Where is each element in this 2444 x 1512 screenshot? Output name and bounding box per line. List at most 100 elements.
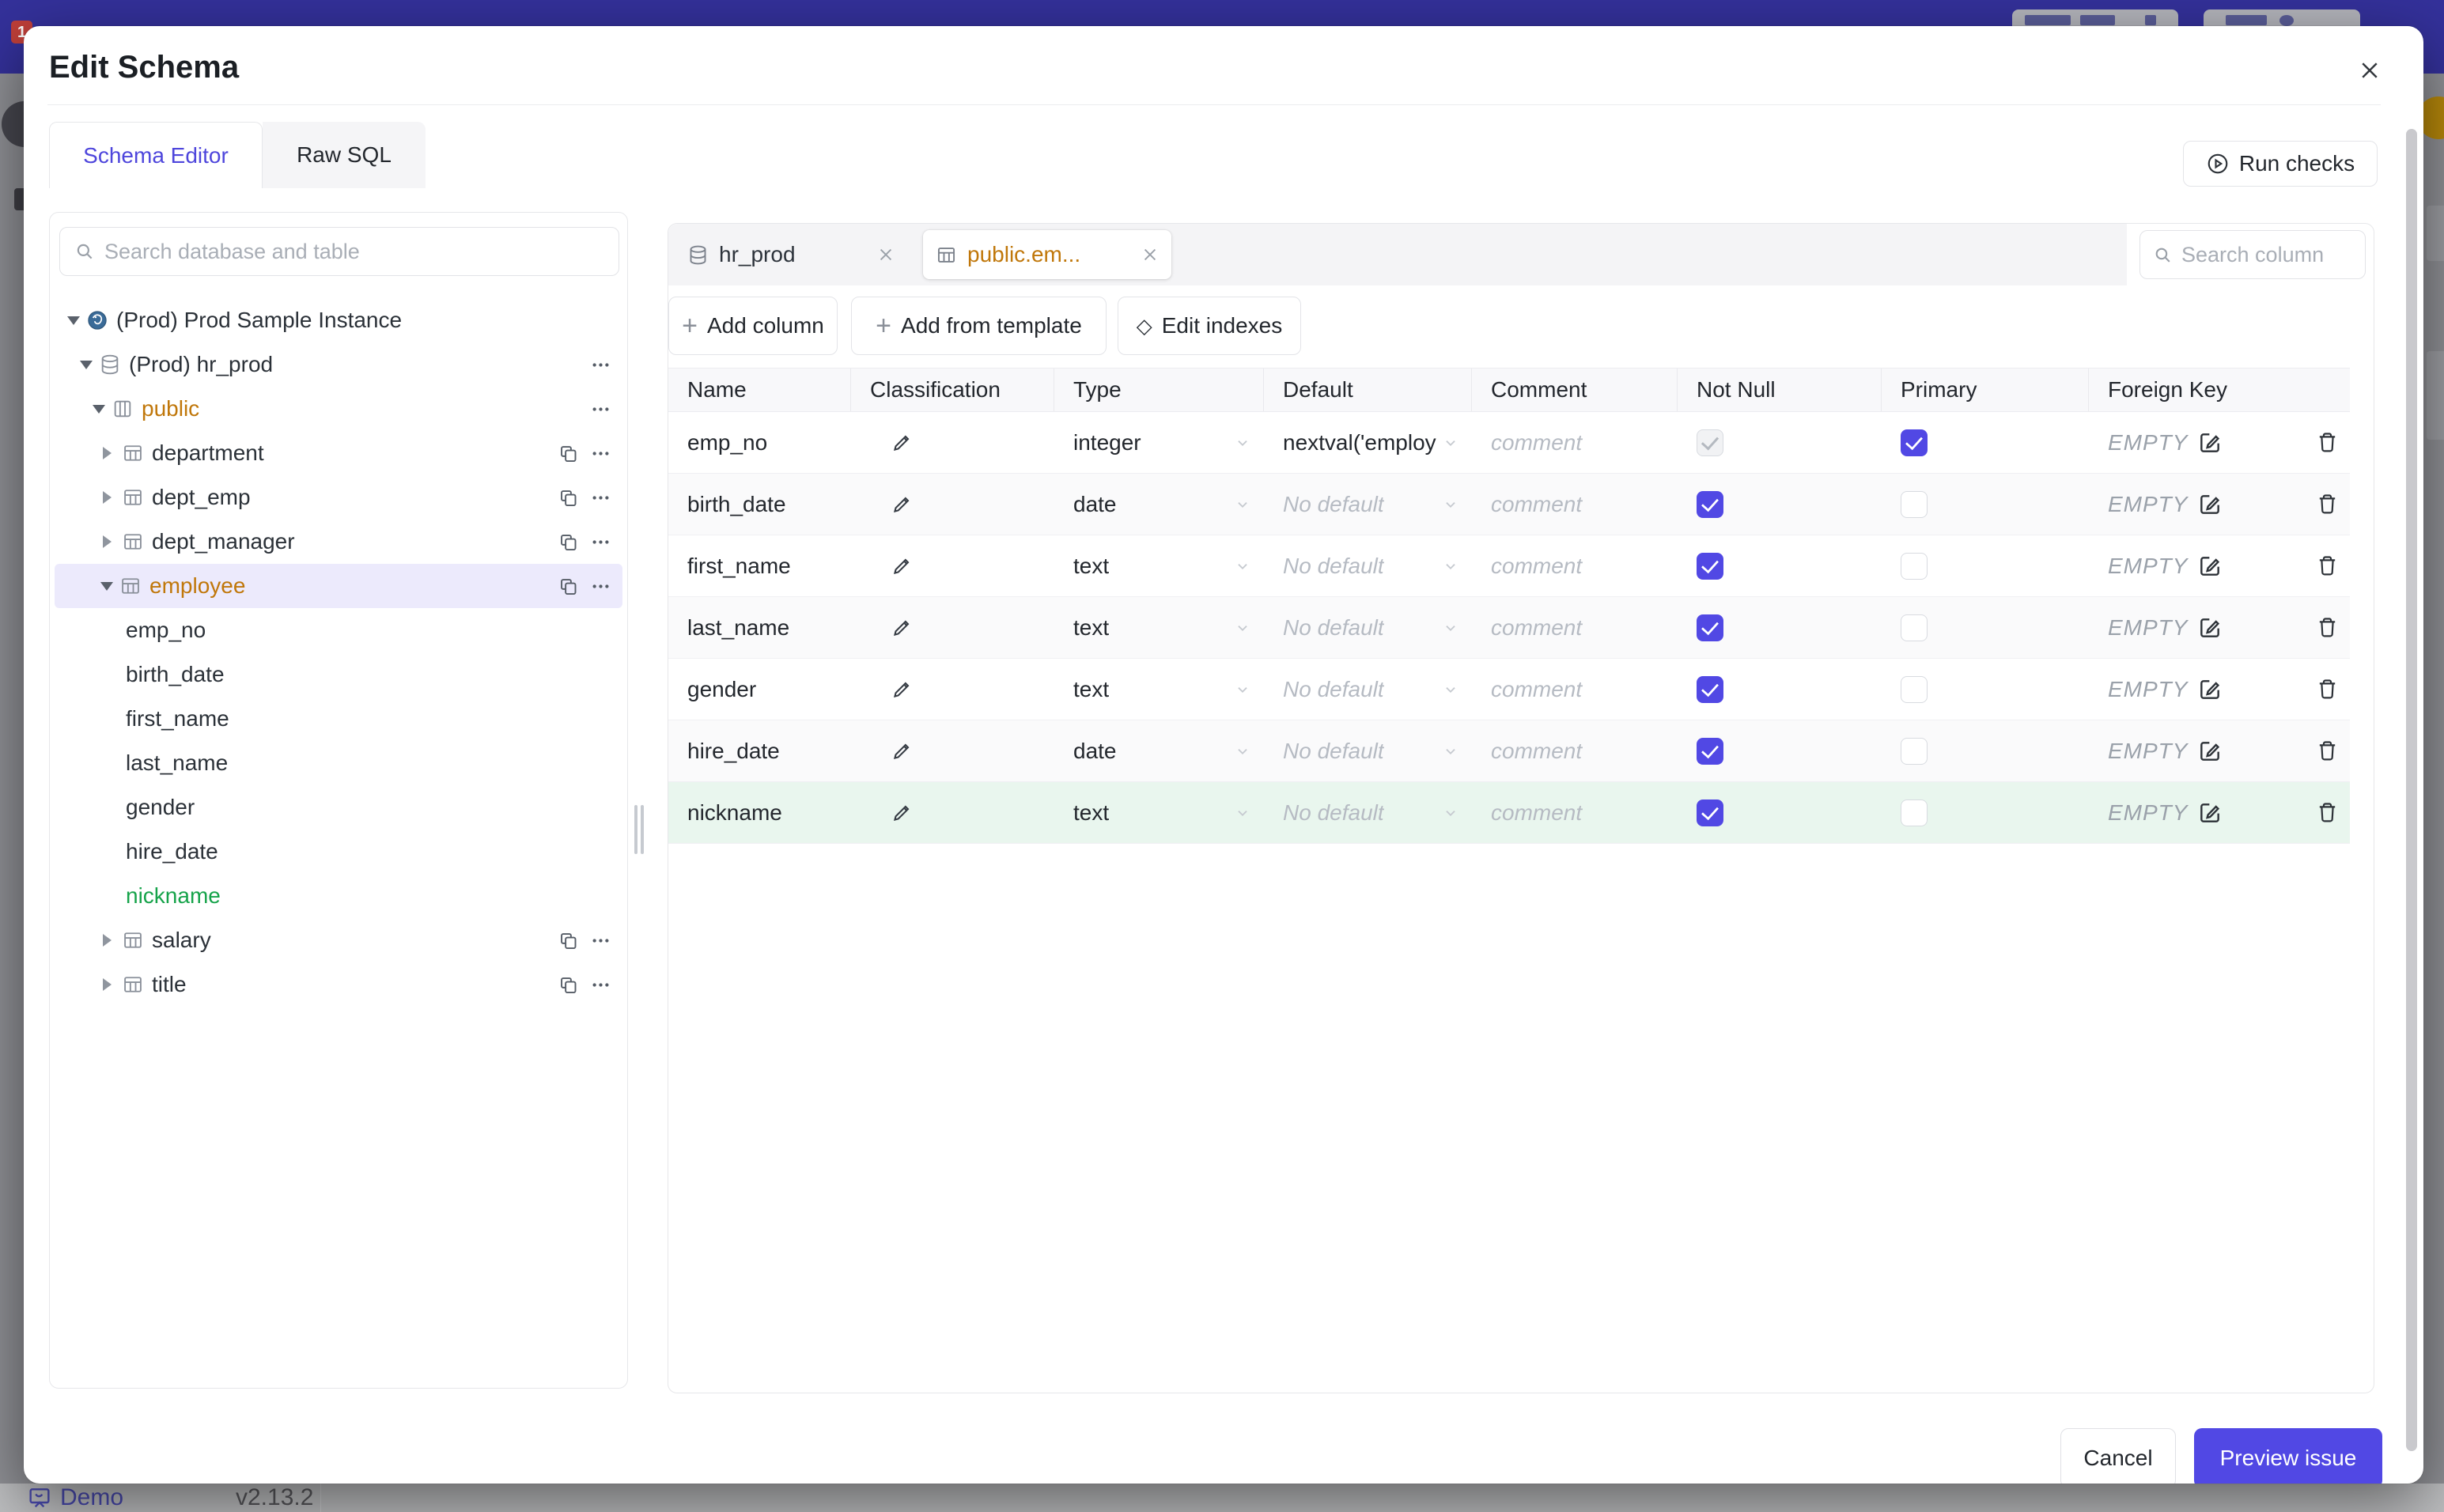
column-name-cell[interactable]: nickname bbox=[668, 782, 851, 843]
type-select[interactable]: text bbox=[1054, 659, 1264, 720]
primary-checkbox[interactable] bbox=[1901, 429, 1928, 456]
edit-foreign-key-icon[interactable] bbox=[2197, 800, 2223, 826]
tree-row[interactable]: public bbox=[50, 387, 627, 431]
run-checks-button[interactable]: Run checks bbox=[2183, 141, 2378, 187]
modal-scrollbar[interactable] bbox=[2406, 129, 2417, 1451]
column-search[interactable] bbox=[2139, 230, 2366, 279]
default-select[interactable]: No default bbox=[1264, 597, 1472, 658]
caret-right-icon[interactable] bbox=[103, 491, 115, 504]
tab-schema-editor[interactable]: Schema Editor bbox=[49, 122, 263, 188]
delete-column-icon[interactable] bbox=[2315, 554, 2340, 578]
tree-row[interactable]: hire_date bbox=[50, 830, 627, 874]
pencil-icon[interactable] bbox=[891, 554, 914, 577]
tree-row[interactable]: title bbox=[50, 962, 627, 1007]
default-select[interactable]: No default bbox=[1264, 782, 1472, 843]
tree-row[interactable]: nickname bbox=[50, 874, 627, 918]
not-null-checkbox[interactable] bbox=[1697, 490, 1723, 518]
caret-down-icon[interactable] bbox=[67, 316, 80, 325]
pencil-icon[interactable] bbox=[891, 739, 914, 762]
preview-issue-button[interactable]: Preview issue bbox=[2194, 1428, 2382, 1484]
default-select[interactable]: No default bbox=[1264, 720, 1472, 781]
delete-column-icon[interactable] bbox=[2315, 615, 2340, 640]
demo-link[interactable]: Demo bbox=[27, 1484, 123, 1511]
more-actions-icon[interactable] bbox=[590, 399, 611, 420]
pencil-icon[interactable] bbox=[891, 616, 914, 639]
not-null-checkbox[interactable] bbox=[1697, 737, 1723, 765]
tree-row[interactable]: gender bbox=[50, 785, 627, 830]
edit-foreign-key-icon[interactable] bbox=[2197, 739, 2223, 764]
comment-cell[interactable]: comment bbox=[1472, 597, 1678, 658]
not-null-checkbox[interactable] bbox=[1697, 429, 1723, 456]
type-select[interactable]: text bbox=[1054, 535, 1264, 596]
edit-foreign-key-icon[interactable] bbox=[2197, 430, 2223, 455]
panel-resize-handle[interactable] bbox=[634, 805, 637, 854]
delete-column-icon[interactable] bbox=[2315, 492, 2340, 516]
delete-column-icon[interactable] bbox=[2315, 800, 2340, 825]
primary-checkbox[interactable] bbox=[1901, 490, 1928, 518]
tree-row[interactable]: employee bbox=[55, 564, 622, 608]
tree-row[interactable]: dept_emp bbox=[50, 475, 627, 520]
duplicate-table-icon[interactable] bbox=[558, 487, 579, 508]
caret-down-icon[interactable] bbox=[93, 404, 105, 414]
tab-chip-database[interactable]: hr_prod bbox=[676, 242, 906, 267]
column-name-cell[interactable]: gender bbox=[668, 659, 851, 720]
more-actions-icon[interactable] bbox=[590, 443, 611, 464]
type-select[interactable]: date bbox=[1054, 720, 1264, 781]
comment-cell[interactable]: comment bbox=[1472, 412, 1678, 473]
duplicate-table-icon[interactable] bbox=[558, 531, 579, 553]
tab-chip-table[interactable]: public.em... bbox=[923, 230, 1171, 279]
primary-checkbox[interactable] bbox=[1901, 675, 1928, 703]
more-actions-icon[interactable] bbox=[590, 487, 611, 508]
more-actions-icon[interactable] bbox=[590, 531, 611, 553]
more-actions-icon[interactable] bbox=[590, 974, 611, 996]
caret-right-icon[interactable] bbox=[103, 535, 115, 548]
cancel-button[interactable]: Cancel bbox=[2060, 1428, 2176, 1484]
tree-search[interactable] bbox=[59, 227, 619, 276]
caret-down-icon[interactable] bbox=[100, 581, 113, 591]
primary-checkbox[interactable] bbox=[1901, 799, 1928, 826]
edit-indexes-button[interactable]: ◇ Edit indexes bbox=[1118, 297, 1301, 355]
pencil-icon[interactable] bbox=[891, 801, 914, 824]
not-null-checkbox[interactable] bbox=[1697, 675, 1723, 703]
not-null-checkbox[interactable] bbox=[1697, 552, 1723, 580]
type-select[interactable]: text bbox=[1054, 782, 1264, 843]
close-icon[interactable] bbox=[2352, 53, 2387, 88]
comment-cell[interactable]: comment bbox=[1472, 782, 1678, 843]
tree-row[interactable]: salary bbox=[50, 918, 627, 962]
pencil-icon[interactable] bbox=[891, 431, 914, 454]
add-from-template-button[interactable]: + Add from template bbox=[851, 297, 1107, 355]
default-select[interactable]: No default bbox=[1264, 474, 1472, 535]
duplicate-table-icon[interactable] bbox=[558, 974, 579, 996]
comment-cell[interactable]: comment bbox=[1472, 535, 1678, 596]
duplicate-table-icon[interactable] bbox=[558, 443, 579, 464]
tree-search-input[interactable] bbox=[104, 239, 604, 264]
tree-row[interactable]: emp_no bbox=[50, 608, 627, 652]
pencil-icon[interactable] bbox=[891, 493, 914, 516]
type-select[interactable]: date bbox=[1054, 474, 1264, 535]
delete-column-icon[interactable] bbox=[2315, 677, 2340, 701]
delete-column-icon[interactable] bbox=[2315, 430, 2340, 455]
tree-row[interactable]: (Prod) hr_prod bbox=[50, 342, 627, 387]
panel-resize-handle[interactable] bbox=[641, 805, 644, 854]
default-select[interactable]: No default bbox=[1264, 535, 1472, 596]
column-search-input[interactable] bbox=[2181, 242, 2352, 267]
type-select[interactable]: integer bbox=[1054, 412, 1264, 473]
close-tab-icon[interactable] bbox=[877, 246, 895, 263]
delete-column-icon[interactable] bbox=[2315, 739, 2340, 763]
tree-row[interactable]: dept_manager bbox=[50, 520, 627, 564]
column-name-cell[interactable]: last_name bbox=[668, 597, 851, 658]
column-name-cell[interactable]: emp_no bbox=[668, 412, 851, 473]
primary-checkbox[interactable] bbox=[1901, 614, 1928, 641]
tree-row[interactable]: (Prod) Prod Sample Instance bbox=[50, 298, 627, 342]
caret-right-icon[interactable] bbox=[103, 934, 115, 947]
column-name-cell[interactable]: first_name bbox=[668, 535, 851, 596]
not-null-checkbox[interactable] bbox=[1697, 799, 1723, 826]
add-column-button[interactable]: + Add column bbox=[668, 297, 838, 355]
default-select[interactable]: nextval('employ bbox=[1264, 412, 1472, 473]
edit-foreign-key-icon[interactable] bbox=[2197, 677, 2223, 702]
default-select[interactable]: No default bbox=[1264, 659, 1472, 720]
comment-cell[interactable]: comment bbox=[1472, 720, 1678, 781]
tree-row[interactable]: birth_date bbox=[50, 652, 627, 697]
column-name-cell[interactable]: birth_date bbox=[668, 474, 851, 535]
pencil-icon[interactable] bbox=[891, 678, 914, 701]
